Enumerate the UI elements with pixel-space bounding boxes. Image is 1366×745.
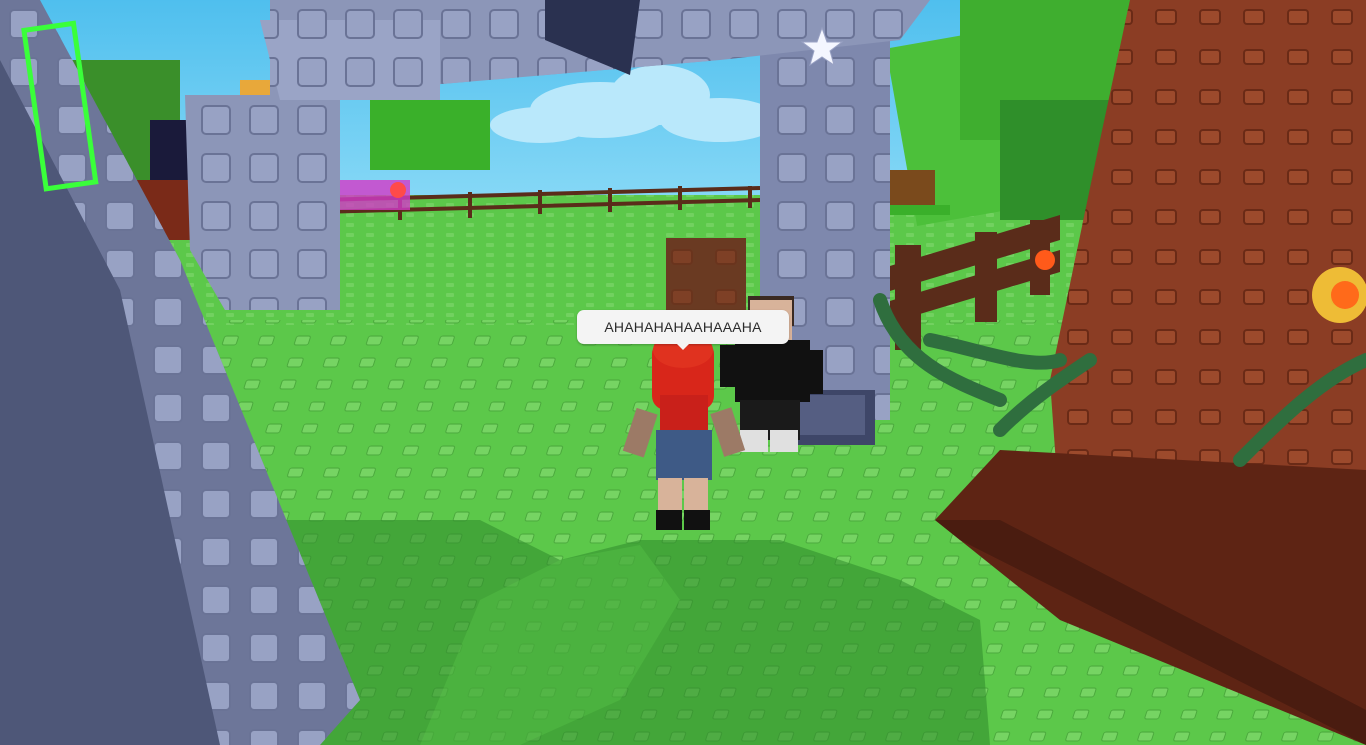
chat-bubble: AHAHAHAHAAHAAAHA (577, 310, 789, 350)
game-viewport[interactable]: AHAHAHAHAAHAAAHA (0, 0, 1366, 745)
game-scene (0, 0, 1366, 745)
